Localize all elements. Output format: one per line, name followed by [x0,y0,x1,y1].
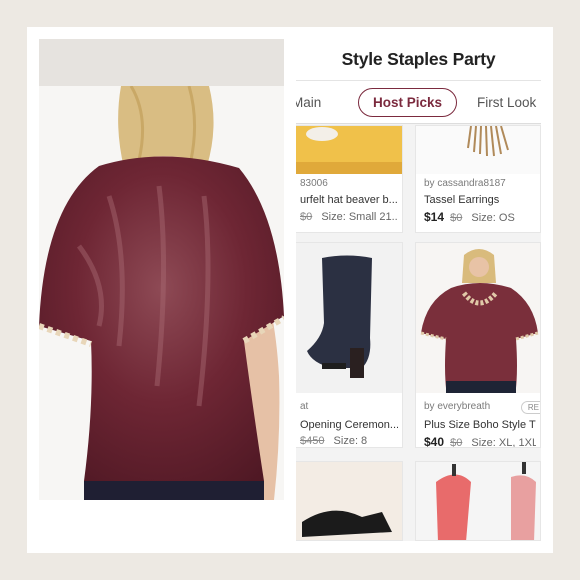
original-price: $0 [300,211,313,223]
tab-host-picks[interactable]: Host Picks [358,88,458,117]
listing-card[interactable] [296,461,403,541]
listing-card[interactable] [415,461,541,541]
listing-price: $40 [424,435,445,448]
listing-size: Size: 8 [333,435,368,447]
listing-price: $14 [424,210,445,224]
seller-name: 83006 [300,178,328,189]
listing-image [416,126,540,174]
listing-title: Tassel Earrings [424,194,500,206]
listing-image [296,243,402,393]
original-price: $0 [450,437,463,448]
listing-image [416,462,540,540]
tab-bar: Main Host Picks First Look [296,81,541,124]
seller-name: by everybreath [424,401,491,412]
original-price: $450 [300,435,325,447]
listing-card[interactable]: 83006 urfelt hat beaver b... $0 Size: Sm… [296,125,403,233]
original-price: $0 [450,212,463,224]
seller-name: by cassandra8187 [424,178,506,189]
listing-card[interactable]: by everybreath RE Plus Size Boho Style T… [415,242,541,448]
product-photo [39,39,284,500]
party-title: Style Staples Party [341,49,496,69]
listing-price-line: $0 Size: Small 21... [300,211,398,223]
seller-name: at [300,401,309,412]
listing-size: Size: Small 21... [321,211,398,223]
listing-grid: 83006 urfelt hat beaver b... $0 Size: Sm… [296,125,541,541]
app-header: Style Staples Party [296,39,541,81]
model-back-image [39,86,284,500]
listing-title: Opening Ceremon... [300,419,398,431]
listing-size: Size: OS [471,212,515,224]
listing-size: Size: XL, 1XL [471,437,536,448]
listing-image [416,243,540,393]
app-screenshot: Style Staples Party Main Host Picks Firs… [296,39,541,541]
photo-top-band [39,39,284,86]
listing-card[interactable]: by cassandra8187 Tassel Earrings $14 $0 … [415,125,541,233]
tab-main[interactable]: Main [296,81,321,124]
listing-price-line: $450 Size: 8 [300,435,398,447]
listing-image [296,462,402,540]
tab-first-look[interactable]: First Look [477,81,536,124]
listing-badge: RE [520,401,540,414]
listing-image [296,126,402,174]
listing-price-line: $40 $0 Size: XL, 1XL [424,435,536,448]
listing-title: urfelt hat beaver b... [300,194,398,206]
listing-title: Plus Size Boho Style Tri [424,419,536,431]
listing-price-line: $14 $0 Size: OS [424,210,536,224]
listing-card[interactable]: at Opening Ceremon... $450 Size: 8 [296,242,403,448]
